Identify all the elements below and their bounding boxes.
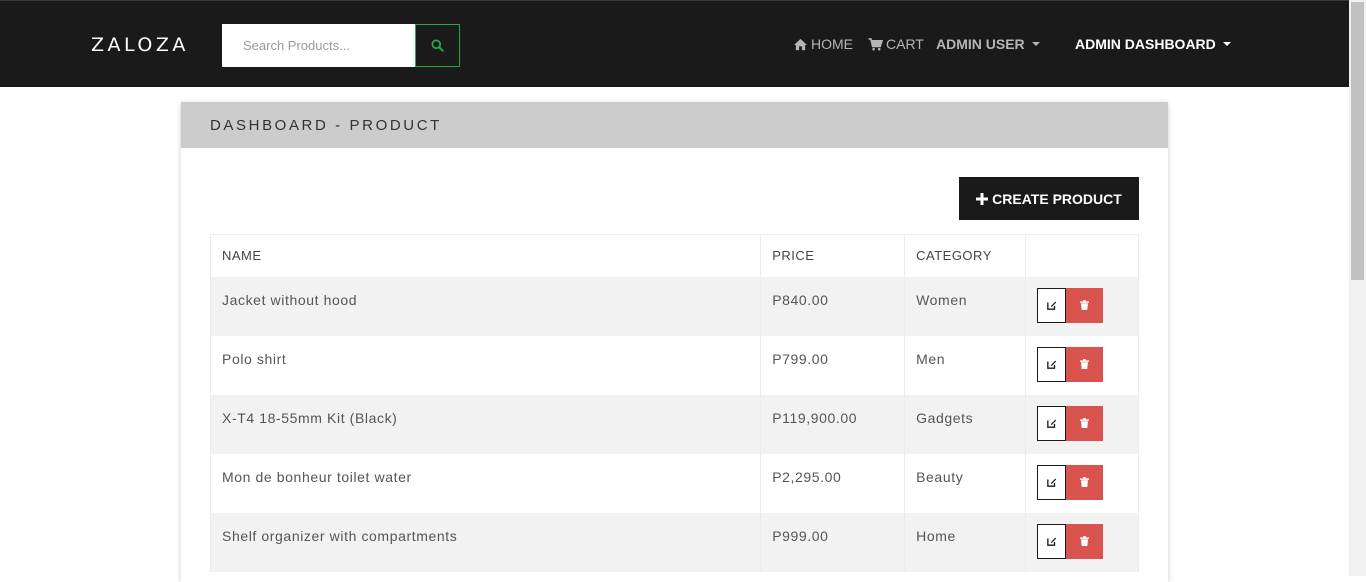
product-name-cell: Shelf organizer with compartments	[209, 512, 762, 572]
top-navbar: ZALOZA HOME CART ADMIN USER ADMIN DASHBO…	[0, 0, 1349, 87]
nav-admin-user-label: ADMIN USER	[936, 36, 1025, 52]
table-row: Polo shirt P799.00 Men	[209, 335, 1139, 395]
edit-icon	[1046, 419, 1056, 428]
edit-icon	[1046, 301, 1056, 310]
nav-cart-link[interactable]: CART	[868, 36, 924, 52]
edit-icon	[1046, 360, 1056, 369]
column-header-name: NAME	[209, 234, 762, 277]
trash-icon	[1080, 536, 1090, 546]
search-input[interactable]	[222, 24, 416, 67]
products-table: NAME PRICE CATEGORY Jacket without hood …	[209, 234, 1139, 572]
product-category-cell: Gadgets	[904, 394, 1027, 454]
trash-icon	[1080, 477, 1090, 487]
delete-product-button[interactable]	[1066, 464, 1104, 500]
table-row: Shelf organizer with compartments P999.0…	[209, 512, 1139, 572]
brand-logo[interactable]: ZALOZA	[91, 34, 189, 56]
nav-home-link[interactable]: HOME	[793, 36, 853, 52]
edit-product-button[interactable]	[1037, 405, 1067, 441]
nav-home-label: HOME	[811, 36, 853, 52]
chevron-down-icon	[1222, 42, 1231, 46]
trash-icon	[1080, 359, 1090, 369]
delete-product-button[interactable]	[1066, 523, 1104, 559]
create-product-button[interactable]: CREATE PRODUCT	[959, 177, 1139, 220]
table-row: Jacket without hood P840.00 Women	[209, 276, 1139, 336]
scrollbar-thumb[interactable]	[1351, 2, 1364, 280]
table-row: Mon de bonheur toilet water P2,295.00 Be…	[209, 453, 1139, 513]
product-price-cell: P799.00	[760, 335, 906, 395]
delete-product-button[interactable]	[1066, 287, 1104, 323]
product-category-cell: Beauty	[904, 453, 1027, 513]
panel-header: DASHBOARD - PRODUCT	[181, 102, 1168, 148]
product-price-cell: P119,900.00	[760, 394, 906, 454]
edit-product-button[interactable]	[1037, 287, 1067, 323]
edit-product-button[interactable]	[1037, 464, 1067, 500]
nav-admin-dashboard-label: ADMIN DASHBOARD	[1075, 36, 1216, 52]
edit-product-button[interactable]	[1037, 346, 1067, 382]
nav-admin-user-dropdown[interactable]: ADMIN USER	[936, 36, 1040, 52]
search-button[interactable]	[415, 24, 460, 67]
edit-icon	[1046, 537, 1056, 546]
panel-title: DASHBOARD - PRODUCT	[210, 116, 442, 134]
product-actions-cell	[1025, 453, 1139, 513]
delete-product-button[interactable]	[1066, 346, 1104, 382]
product-category-cell: Men	[904, 335, 1027, 395]
product-price-cell: P840.00	[760, 276, 906, 336]
product-name-cell: Polo shirt	[209, 335, 762, 395]
nav-admin-dashboard-dropdown[interactable]: ADMIN DASHBOARD	[1075, 36, 1231, 52]
chevron-down-icon	[1031, 42, 1040, 46]
dashboard-panel: DASHBOARD - PRODUCT CREATE PRODUCT NAME …	[181, 102, 1168, 582]
product-actions-cell	[1025, 394, 1139, 454]
product-actions-cell	[1025, 335, 1139, 395]
cart-icon	[868, 37, 883, 50]
table-row: X-T4 18-55mm Kit (Black) P119,900.00 Gad…	[209, 394, 1139, 454]
trash-icon	[1080, 300, 1090, 310]
product-category-cell: Home	[904, 512, 1027, 572]
column-header-price: PRICE	[760, 234, 906, 277]
table-header-row: NAME PRICE CATEGORY	[209, 234, 1139, 277]
product-actions-cell	[1025, 276, 1139, 336]
product-name-cell: Jacket without hood	[209, 276, 762, 336]
product-price-cell: P999.00	[760, 512, 906, 572]
create-product-label: CREATE PRODUCT	[992, 190, 1122, 207]
column-header-category: CATEGORY	[904, 234, 1027, 277]
edit-icon	[1046, 478, 1056, 487]
delete-product-button[interactable]	[1066, 405, 1104, 441]
page-scrollbar[interactable]	[1349, 0, 1366, 576]
product-actions-cell	[1025, 512, 1139, 572]
product-category-cell: Women	[904, 276, 1027, 336]
search-icon	[431, 39, 444, 52]
home-icon	[794, 38, 807, 50]
nav-cart-label: CART	[886, 36, 924, 52]
product-name-cell: X-T4 18-55mm Kit (Black)	[209, 394, 762, 454]
edit-product-button[interactable]	[1037, 523, 1067, 559]
product-price-cell: P2,295.00	[760, 453, 906, 513]
plus-icon	[976, 192, 989, 205]
trash-icon	[1080, 418, 1090, 428]
product-name-cell: Mon de bonheur toilet water	[209, 453, 762, 513]
column-header-actions	[1025, 234, 1139, 277]
